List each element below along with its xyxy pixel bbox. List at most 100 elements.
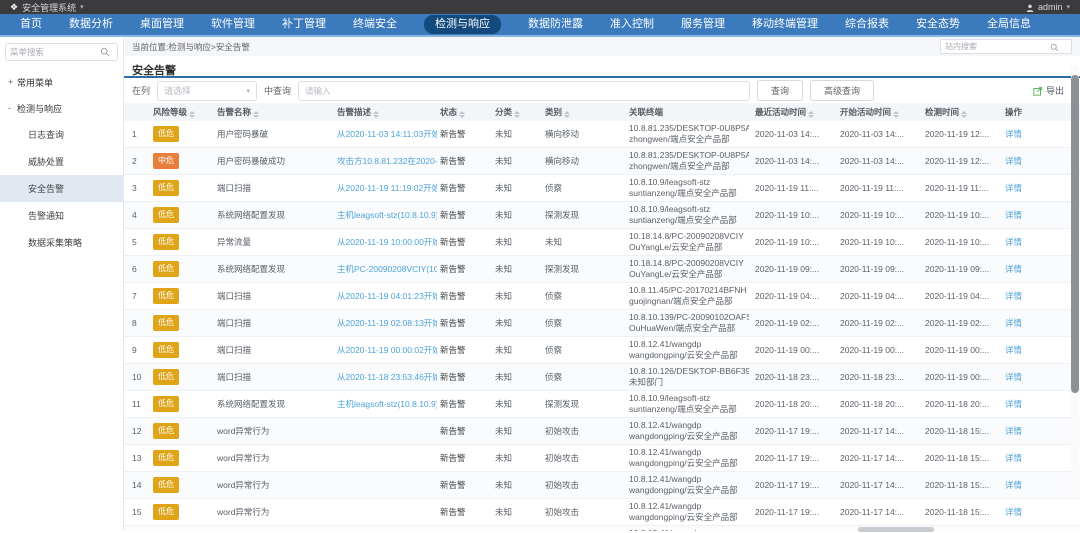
sort-icon[interactable]	[961, 111, 967, 118]
menu-search-input[interactable]	[10, 47, 100, 57]
sort-icon[interactable]	[459, 111, 465, 118]
sidebar-group[interactable]: -检测与响应	[0, 95, 123, 121]
detail-link[interactable]: 详情	[1005, 507, 1022, 517]
nav-item-8[interactable]: 准入控制	[610, 17, 654, 32]
query-button[interactable]: 查询	[757, 80, 803, 101]
nav-item-11[interactable]: 综合报表	[845, 17, 889, 32]
sidebar-item-日志查询[interactable]: 日志查询	[0, 121, 123, 148]
nav-item-1[interactable]: 数据分析	[69, 17, 113, 32]
sort-icon[interactable]	[564, 111, 570, 118]
table-row[interactable]: 13 低危 word异常行为 新告警 未知 初始攻击 10.8.12.41/wa…	[124, 445, 1080, 472]
alert-status: 新告警	[437, 344, 492, 356]
sort-icon[interactable]	[808, 111, 814, 118]
nav-item-13[interactable]: 全局信息	[987, 17, 1031, 32]
alert-description-link[interactable]: 主机PC-20090208VCIY(10.18.14.	[337, 264, 437, 274]
advanced-query-button[interactable]: 高级查询	[810, 80, 874, 101]
detail-link[interactable]: 详情	[1005, 318, 1022, 328]
column-header-4[interactable]: 状态	[437, 106, 492, 118]
detail-link[interactable]: 详情	[1005, 210, 1022, 220]
nav-item-10[interactable]: 移动终端管理	[752, 17, 818, 32]
alert-description-link[interactable]: 主机leagsoft-stz(10.8.10.9)在20	[337, 399, 437, 409]
detail-link[interactable]: 详情	[1005, 453, 1022, 463]
user-menu[interactable]: admin ▾	[1026, 2, 1070, 12]
column-header-6[interactable]: 类别	[542, 106, 626, 118]
detail-link[interactable]: 详情	[1005, 237, 1022, 247]
table-row[interactable]: 11 低危 系统网络配置发现 主机leagsoft-stz(10.8.10.9)…	[124, 391, 1080, 418]
sidebar-item-数据采集策略[interactable]: 数据采集策略	[0, 229, 123, 256]
detail-link[interactable]: 详情	[1005, 183, 1022, 193]
detail-link[interactable]: 详情	[1005, 129, 1022, 139]
table-row[interactable]: 6 低危 系统网络配置发现 主机PC-20090208VCIY(10.18.14…	[124, 256, 1080, 283]
detail-link[interactable]: 详情	[1005, 399, 1022, 409]
query-input-box[interactable]	[298, 81, 750, 101]
alert-description-link[interactable]: 从2020-11-19 11:19:02开始到20	[337, 183, 437, 193]
alert-description-link[interactable]: 从2020-11-19 02:08:13开始到20	[337, 318, 437, 328]
column-header-10[interactable]: 检测时间	[922, 106, 1002, 118]
sort-icon[interactable]	[189, 111, 195, 118]
nav-item-5[interactable]: 终端安全	[353, 17, 397, 32]
sidebar-item-告警通知[interactable]: 告警通知	[0, 202, 123, 229]
detail-link[interactable]: 详情	[1005, 264, 1022, 274]
table-row[interactable]: 7 低危 端口扫描 从2020-11-19 04:01:23开始到20 新告警 …	[124, 283, 1080, 310]
risk-level-badge: 低危	[153, 234, 179, 250]
sidebar-item-安全告警[interactable]: 安全告警	[0, 175, 123, 202]
table-row[interactable]: 15 低危 word异常行为 新告警 未知 初始攻击 10.8.12.41/wa…	[124, 499, 1080, 526]
sidebar-item-威胁处置[interactable]: 威胁处置	[0, 148, 123, 175]
table-row[interactable]: 12 低危 word异常行为 新告警 未知 初始攻击 10.8.12.41/wa…	[124, 418, 1080, 445]
alert-description-link[interactable]: 从2020-11-19 10:00:00开始至20	[337, 237, 437, 247]
table-row[interactable]: 10 低危 端口扫描 从2020-11-18 23:53:46开始到20 新告警…	[124, 364, 1080, 391]
alert-description-link[interactable]: 主机leagsoft-stz(10.8.10.9)在20	[337, 210, 437, 220]
column-header-2[interactable]: 告警名称	[214, 106, 334, 118]
alert-description-link[interactable]: 从2020-11-19 04:01:23开始到20	[337, 291, 437, 301]
column-header-3[interactable]: 告警描述	[334, 106, 437, 118]
sort-icon[interactable]	[514, 111, 520, 118]
nav-item-12[interactable]: 安全态势	[916, 17, 960, 32]
query-input[interactable]	[305, 86, 743, 96]
nav-item-4[interactable]: 补丁管理	[282, 17, 326, 32]
nav-item-6[interactable]: 检测与响应	[424, 15, 501, 34]
detail-link[interactable]: 详情	[1005, 372, 1022, 382]
sidebar-group[interactable]: +常用菜单	[0, 69, 123, 95]
column-header-1[interactable]: 风险等级	[150, 106, 214, 118]
table-row[interactable]: 5 低危 异常流量 从2020-11-19 10:00:00开始至20 新告警 …	[124, 229, 1080, 256]
detail-link[interactable]: 详情	[1005, 426, 1022, 436]
nav-item-3[interactable]: 软件管理	[211, 17, 255, 32]
table-row[interactable]: 1 低危 用户密码暴破 从2020-11-03 14:11:03开始至20 新告…	[124, 121, 1080, 148]
table-row[interactable]: 2 中危 用户密码暴破成功 攻击方10.8.81.232在2020-11-03 …	[124, 148, 1080, 175]
alert-description-link[interactable]: 从2020-11-03 14:11:03开始至20	[337, 129, 437, 139]
table-row[interactable]: 3 低危 端口扫描 从2020-11-19 11:19:02开始到20 新告警 …	[124, 175, 1080, 202]
table-row[interactable]: 4 低危 系统网络配置发现 主机leagsoft-stz(10.8.10.9)在…	[124, 202, 1080, 229]
menu-search-box[interactable]	[5, 43, 118, 61]
vertical-scrollbar-thumb[interactable]	[1071, 75, 1079, 393]
brand[interactable]: ❖ 安全管理系统 ▾	[10, 1, 84, 14]
horizontal-scrollbar-thumb[interactable]	[858, 527, 934, 532]
nav-item-9[interactable]: 服务管理	[681, 17, 725, 32]
column-header-9[interactable]: 开始活动时间	[837, 106, 922, 118]
nav-item-2[interactable]: 桌面管理	[140, 17, 184, 32]
app-logo-icon: ❖	[10, 2, 18, 13]
detail-link[interactable]: 详情	[1005, 291, 1022, 301]
detail-link[interactable]: 详情	[1005, 480, 1022, 490]
nav-item-0[interactable]: 首页	[20, 17, 42, 32]
sort-icon[interactable]	[893, 111, 899, 118]
alert-description-link[interactable]: 攻击方10.8.81.232在2020-11-03	[337, 156, 437, 166]
alert-description-link[interactable]: 从2020-11-18 23:53:46开始到20	[337, 372, 437, 382]
table-row[interactable]: 8 低危 端口扫描 从2020-11-19 02:08:13开始到20 新告警 …	[124, 310, 1080, 337]
detail-link[interactable]: 详情	[1005, 156, 1022, 166]
sort-icon[interactable]	[373, 111, 379, 118]
detail-link[interactable]: 详情	[1005, 345, 1022, 355]
sort-icon[interactable]	[253, 111, 259, 118]
alert-description-link[interactable]: 从2020-11-19 00:00:02开始到20	[337, 345, 437, 355]
export-button[interactable]: 导出	[1033, 84, 1072, 97]
site-search-box[interactable]	[940, 39, 1072, 54]
table-row[interactable]: 16 低危 word异常行为 新告警 未知 初始攻击 10.8.12.41/wa…	[124, 526, 1080, 531]
alert-category: 未知	[492, 344, 542, 356]
table-row[interactable]: 14 低危 word异常行为 新告警 未知 初始攻击 10.8.12.41/wa…	[124, 472, 1080, 499]
column-header-8[interactable]: 最近活动时间	[752, 106, 837, 118]
alert-status: 新告警	[437, 425, 492, 437]
column-select[interactable]: 请选择 ▾	[157, 81, 257, 101]
nav-item-7[interactable]: 数据防泄露	[528, 17, 583, 32]
column-header-5[interactable]: 分类	[492, 106, 542, 118]
site-search-input[interactable]	[945, 42, 1050, 51]
table-row[interactable]: 9 低危 端口扫描 从2020-11-19 00:00:02开始到20 新告警 …	[124, 337, 1080, 364]
